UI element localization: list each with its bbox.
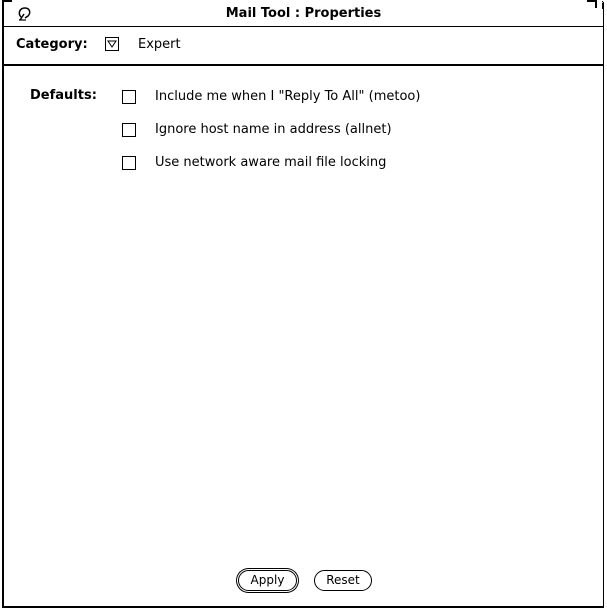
properties-window: i Mail Tool : Properties Category: Exper… [2, 0, 604, 608]
reset-button[interactable]: Reset [314, 570, 372, 591]
option-label: Ignore host name in address (allnet) [155, 122, 392, 137]
title-bar[interactable]: i Mail Tool : Properties [2, 0, 604, 27]
category-label: Category: [16, 37, 88, 52]
defaults-label: Defaults: [30, 88, 97, 103]
file-locking-checkbox[interactable] [122, 156, 136, 170]
option-metoo[interactable]: Include me when I "Reply To All" (metoo) [122, 88, 542, 108]
option-allnet[interactable]: Ignore host name in address (allnet) [122, 121, 542, 141]
button-row: Apply Reset [4, 568, 603, 594]
window-title: Mail Tool : Properties [225, 6, 382, 21]
option-label: Use network aware mail file locking [155, 155, 387, 170]
category-value: Expert [138, 37, 181, 52]
properties-panel: Defaults: Include me when I "Reply To Al… [4, 66, 603, 606]
allnet-checkbox[interactable] [122, 123, 136, 137]
category-bar: Category: Expert [4, 27, 603, 66]
option-label: Include me when I "Reply To All" (metoo) [155, 89, 421, 104]
metoo-checkbox[interactable] [122, 90, 136, 104]
triangle-down-icon [107, 40, 117, 48]
apply-button[interactable]: Apply [238, 570, 297, 591]
option-file-locking[interactable]: Use network aware mail file locking [122, 154, 542, 174]
category-menu-button[interactable] [105, 37, 119, 51]
